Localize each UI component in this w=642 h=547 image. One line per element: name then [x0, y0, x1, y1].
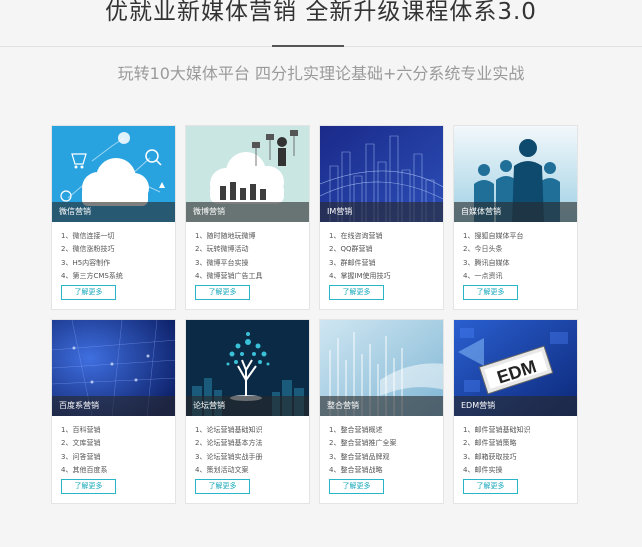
course-topic: 4、其他百度系 — [61, 465, 108, 474]
learn-more-button[interactable]: 了解更多 — [61, 479, 116, 494]
course-topic: 1、百科营销 — [61, 426, 101, 434]
course-topic: 4、第三方CMS系统 — [61, 271, 123, 280]
course-topic-list: 1、邮件营销基础知识 2、邮件营销策略 3、邮箱获取技巧 4、邮件实操 — [463, 424, 530, 477]
course-topic: 2、文库营销 — [61, 439, 101, 448]
people-silhouette-illustration: 自媒体营销 — [454, 126, 577, 222]
course-card-forum: 论坛营销 1、论坛营销基础知识 2、论坛营销基本方法 3、论坛营销实战手册 4、… — [185, 319, 310, 504]
course-card-baidu: 百度系营销 1、百科营销 2、文库营销 3、问答营销 4、其他百度系 了解更多 — [51, 319, 176, 504]
baidu-tech-illustration: 百度系营销 — [52, 320, 175, 416]
card-caption: 论坛营销 — [186, 396, 309, 416]
card-caption: 微博营销 — [186, 202, 309, 222]
wechat-cloud-illustration: 微信营销 — [52, 126, 175, 222]
course-topic: 2、邮件营销策略 — [463, 439, 517, 448]
card-caption: 百度系营销 — [52, 396, 175, 416]
course-card-integrated: 整合营销 1、整合营销概述 2、整合营销推广全案 3、整合营销品牌观 4、整合营… — [319, 319, 444, 504]
course-topic-list: 1、随时随地玩微博 2、玩转微博活动 3、微博平台实操 4、微博营销广告工具 — [195, 230, 262, 283]
learn-more-button[interactable]: 了解更多 — [329, 285, 384, 300]
learn-more-button[interactable]: 了解更多 — [463, 285, 518, 300]
course-topic: 4、邮件实操 — [463, 465, 503, 474]
course-card-wechat: 微信营销 1、微信连接一切 2、微信涨粉技巧 3、H5内容制作 4、第三方CMS… — [51, 125, 176, 310]
course-topic-list: 1、搜狐自媒体平台 2、今日头条 3、腾讯自媒体 4、一点资讯 — [463, 230, 523, 283]
weibo-cloud-illustration: 微博营销 — [186, 126, 309, 222]
learn-more-button[interactable]: 了解更多 — [329, 479, 384, 494]
course-card-weibo: 微博营销 1、随时随地玩微博 2、玩转微博活动 3、微博平台实操 4、微博营销广… — [185, 125, 310, 310]
im-network-illustration: IM营销 — [320, 126, 443, 222]
course-topic: 3、论坛营销实战手册 — [195, 452, 263, 461]
course-topic: 1、整合营销概述 — [329, 426, 383, 434]
course-topic: 2、今日头条 — [463, 245, 503, 254]
course-topic: 1、微信连接一切 — [61, 232, 115, 240]
course-grid: 微信营销 1、微信连接一切 2、微信涨粉技巧 3、H5内容制作 4、第三方CMS… — [51, 125, 578, 504]
course-topic: 4、掌握IM使用技巧 — [329, 271, 391, 280]
card-caption: 自媒体营销 — [454, 202, 577, 222]
forum-tree-illustration: 论坛营销 — [186, 320, 309, 416]
course-topic: 2、整合营销推广全案 — [329, 439, 397, 448]
card-caption: 整合营销 — [320, 396, 443, 416]
course-card-im: IM营销 1、在线咨询营销 2、QQ群营销 3、群邮件营销 4、掌握IM使用技巧… — [319, 125, 444, 310]
course-topic: 1、随时随地玩微博 — [195, 232, 256, 240]
course-topic: 4、整合营销战略 — [329, 465, 383, 474]
course-card-self-media: 自媒体营销 1、搜狐自媒体平台 2、今日头条 3、腾讯自媒体 4、一点资讯 了解… — [453, 125, 578, 310]
course-topic-list: 1、微信连接一切 2、微信涨粉技巧 3、H5内容制作 4、第三方CMS系统 — [61, 230, 123, 283]
course-topic: 1、在线咨询营销 — [329, 232, 383, 240]
course-card-edm: EDM EDM营销 1、邮件营销基础知识 2、邮件营销策略 3、邮箱获取技巧 4… — [453, 319, 578, 504]
course-topic: 3、H5内容制作 — [61, 258, 111, 267]
course-topic: 1、邮件营销基础知识 — [463, 426, 531, 434]
course-topic: 4、一点资讯 — [463, 271, 503, 280]
learn-more-button[interactable]: 了解更多 — [61, 285, 116, 300]
card-caption: 微信营销 — [52, 202, 175, 222]
course-topic: 3、问答营销 — [61, 452, 101, 461]
course-topic: 3、邮箱获取技巧 — [463, 452, 517, 461]
course-topic: 3、微博平台实操 — [195, 258, 249, 267]
course-topic-list: 1、论坛营销基础知识 2、论坛营销基本方法 3、论坛营销实战手册 4、策划活动文… — [195, 424, 262, 477]
integrated-light-illustration: 整合营销 — [320, 320, 443, 416]
course-topic: 2、QQ群营销 — [329, 245, 373, 254]
course-topic: 3、整合营销品牌观 — [329, 452, 390, 461]
course-topic: 1、论坛营销基础知识 — [195, 426, 263, 434]
course-topic-list: 1、整合营销概述 2、整合营销推广全案 3、整合营销品牌观 4、整合营销战略 — [329, 424, 396, 477]
hero-header: 优就业新媒体营销 全新升级课程体系3.0 — [0, 0, 642, 47]
course-topic: 2、论坛营销基本方法 — [195, 439, 263, 448]
course-topic: 4、微博营销广告工具 — [195, 271, 263, 280]
course-topic-list: 1、百科营销 2、文库营销 3、问答营销 4、其他百度系 — [61, 424, 107, 477]
learn-more-button[interactable]: 了解更多 — [195, 479, 250, 494]
course-topic: 3、腾讯自媒体 — [463, 258, 510, 267]
course-topic: 2、微信涨粉技巧 — [61, 245, 115, 254]
page-title: 优就业新媒体营销 全新升级课程体系3.0 — [105, 0, 537, 25]
course-topic-list: 1、在线咨询营销 2、QQ群营销 3、群邮件营销 4、掌握IM使用技巧 — [329, 230, 391, 283]
course-topic: 3、群邮件营销 — [329, 258, 376, 267]
course-topic: 1、搜狐自媒体平台 — [463, 232, 524, 240]
learn-more-button[interactable]: 了解更多 — [195, 285, 250, 300]
course-topic: 4、策划活动文案 — [195, 465, 249, 474]
card-caption: IM营销 — [320, 202, 443, 222]
title-divider — [272, 45, 344, 47]
page-subtitle: 玩转10大媒体平台 四分扎实理论基础+六分系统专业实战 — [117, 64, 525, 83]
edm-envelope-illustration: EDM EDM营销 — [454, 320, 577, 416]
learn-more-button[interactable]: 了解更多 — [463, 479, 518, 494]
course-topic: 2、玩转微博活动 — [195, 245, 249, 254]
card-caption: EDM营销 — [454, 396, 577, 416]
